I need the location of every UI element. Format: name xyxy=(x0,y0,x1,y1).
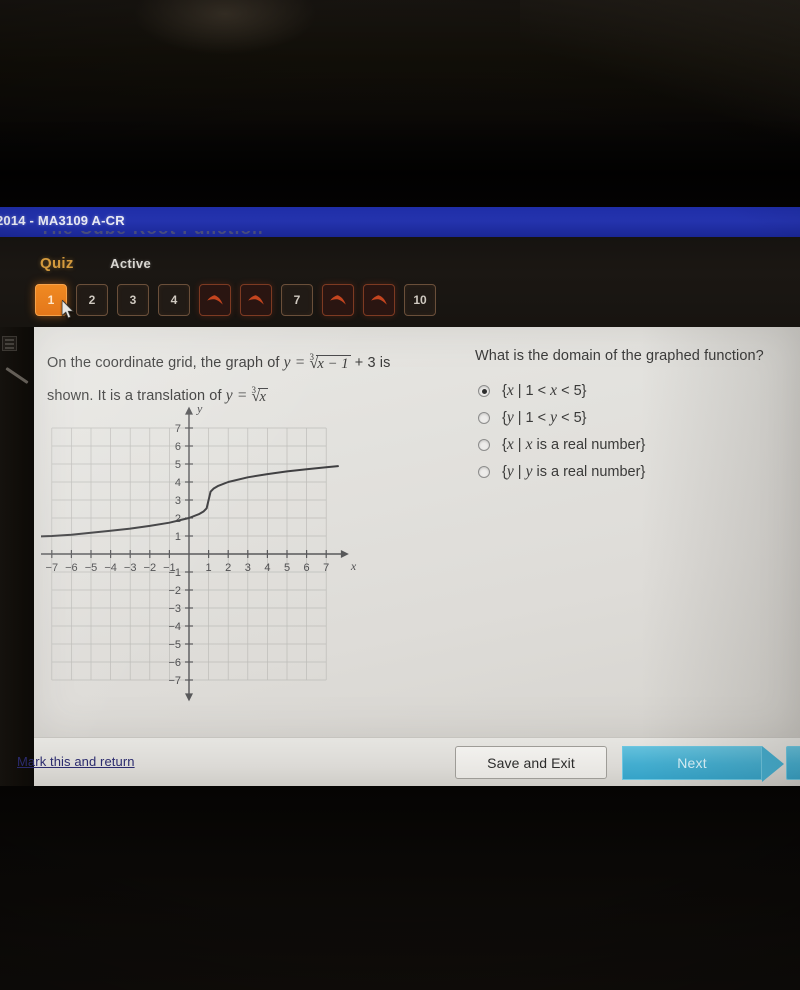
quiz-status-label: Active xyxy=(110,256,151,271)
mouse-cursor xyxy=(62,300,75,319)
photographed-monitor-scene: 2014 - MA3109 A-CR The Cube Root Functio… xyxy=(0,0,800,990)
answer-choice-1[interactable]: {x | 1 < x < 5} xyxy=(475,382,795,409)
x-tick-label: 4 xyxy=(264,562,270,574)
dark-room-bottom-area xyxy=(0,786,800,990)
y-tick-label: 4 xyxy=(175,477,181,489)
room-shadow xyxy=(0,118,800,218)
stem-variable-y: y xyxy=(283,354,291,371)
x-tick-label: 2 xyxy=(225,562,231,574)
page-heading-obscured: The Cube Root Function xyxy=(40,231,340,243)
x-tick-label: −4 xyxy=(104,562,117,574)
cube-root-expression: 3 √x − 1 xyxy=(310,348,351,380)
question-button-9-answered-icon[interactable] xyxy=(363,284,395,316)
question-prompt: What is the domain of the graphed functi… xyxy=(475,348,764,364)
answer-choice-4[interactable]: {y | y is a real number} xyxy=(475,463,795,490)
y-axis-label: y xyxy=(196,402,203,416)
y-tick-label: −4 xyxy=(168,621,181,633)
y-axis-arrow-up xyxy=(185,406,193,415)
x-tick-label: 3 xyxy=(245,562,251,574)
window-title-text: 2014 - MA3109 A-CR xyxy=(0,213,125,228)
y-tick-label: 2 xyxy=(175,513,181,525)
y-tick-label: 7 xyxy=(175,423,181,435)
answer-choice-2[interactable]: {y | 1 < y < 5} xyxy=(475,409,795,436)
answer-choice-label-2: {y | 1 < y < 5} xyxy=(502,409,587,426)
question-button-7[interactable]: 7 xyxy=(281,284,313,316)
y-tick-label: 3 xyxy=(175,495,181,507)
quiz-status-row: Quiz Active xyxy=(40,255,151,277)
back-arrow-icon xyxy=(329,294,346,305)
y-tick-label: 5 xyxy=(175,459,181,471)
page-heading-text: The Cube Root Function xyxy=(40,231,340,239)
question-button-3[interactable]: 3 xyxy=(117,284,149,316)
y-tick-label: −7 xyxy=(168,675,181,687)
calculator-icon xyxy=(2,336,17,351)
answer-choice-label-1: {x | 1 < x < 5} xyxy=(502,382,587,399)
x-tick-label: 6 xyxy=(304,562,310,574)
x-axis-label: x xyxy=(350,559,357,573)
stem-plus-three: + 3 is xyxy=(354,355,391,371)
y-tick-label: −2 xyxy=(168,585,181,597)
y-axis-arrow-down xyxy=(185,693,193,702)
x-tick-label: −5 xyxy=(85,562,98,574)
y-tick-label: −3 xyxy=(168,603,181,615)
x-axis-arrow-right xyxy=(340,550,349,558)
back-arrow-icon xyxy=(206,294,223,305)
y-tick-label: 1 xyxy=(175,531,181,543)
question-button-10[interactable]: 10 xyxy=(404,284,436,316)
x-tick-label: 7 xyxy=(323,562,329,574)
radicand: x − 1 xyxy=(316,355,351,372)
answer-choice-list[interactable]: {x | 1 < x < 5} {y | 1 < y < 5} {x | x is … xyxy=(475,382,795,490)
x-tick-label: −7 xyxy=(46,562,59,574)
y-tick-label: −6 xyxy=(168,657,181,669)
radio-button-2[interactable] xyxy=(478,412,490,424)
action-bar: Mark this and return Save and Exit Next xyxy=(17,737,800,786)
answer-choice-3[interactable]: {x | x is a real number} xyxy=(475,436,795,463)
stem-equals: = xyxy=(294,354,306,371)
root-index: 3 xyxy=(309,352,315,362)
back-arrow-icon xyxy=(370,294,387,305)
question-button-5-answered-icon[interactable] xyxy=(199,284,231,316)
question-button-6-answered-icon[interactable] xyxy=(240,284,272,316)
radio-button-3[interactable] xyxy=(478,439,490,451)
y-tick-label: −1 xyxy=(168,567,181,579)
stem-text-part1: On the coordinate grid, the graph of xyxy=(47,355,280,371)
secondary-teal-button[interactable] xyxy=(786,746,800,780)
x-tick-label: 1 xyxy=(206,562,212,574)
save-and-exit-button[interactable]: Save and Exit xyxy=(455,746,607,779)
y-tick-label: −5 xyxy=(168,639,181,651)
cube-root-graph-svg: −7 −6 −5 −4 −3 −2 −1 1 2 3 4 5 6 7−7−6−5−4−3−2−112345… xyxy=(41,402,357,702)
question-number-nav[interactable]: 1 2 3 4 7 10 xyxy=(35,284,436,316)
answer-choice-label-4: {y | y is a real number} xyxy=(502,463,646,480)
question-button-4[interactable]: 4 xyxy=(158,284,190,316)
y-tick-label: 6 xyxy=(175,441,181,453)
quiz-label: Quiz xyxy=(40,255,74,272)
next-button[interactable]: Next xyxy=(622,746,784,782)
question-panel: On the coordinate grid, the graph of y =… xyxy=(34,327,800,737)
x-tick-label: 5 xyxy=(284,562,290,574)
radio-button-4[interactable] xyxy=(478,466,490,478)
x-tick-label: −2 xyxy=(144,562,157,574)
back-arrow-icon xyxy=(247,294,264,305)
answer-choice-label-3: {x | x is a real number} xyxy=(502,436,646,453)
radio-button-1[interactable] xyxy=(478,385,490,397)
x-tick-label: −6 xyxy=(65,562,78,574)
mark-this-and-return-link[interactable]: Mark this and return xyxy=(17,754,135,769)
question-button-8-answered-icon[interactable] xyxy=(322,284,354,316)
question-button-2[interactable]: 2 xyxy=(76,284,108,316)
coordinate-graph: −7 −6 −5 −4 −3 −2 −1 1 2 3 4 5 6 7 −7 −6 −5 −4 −3 −2 −1 1 2 3 4 5… xyxy=(41,399,381,714)
x-tick-label: −3 xyxy=(124,562,137,574)
